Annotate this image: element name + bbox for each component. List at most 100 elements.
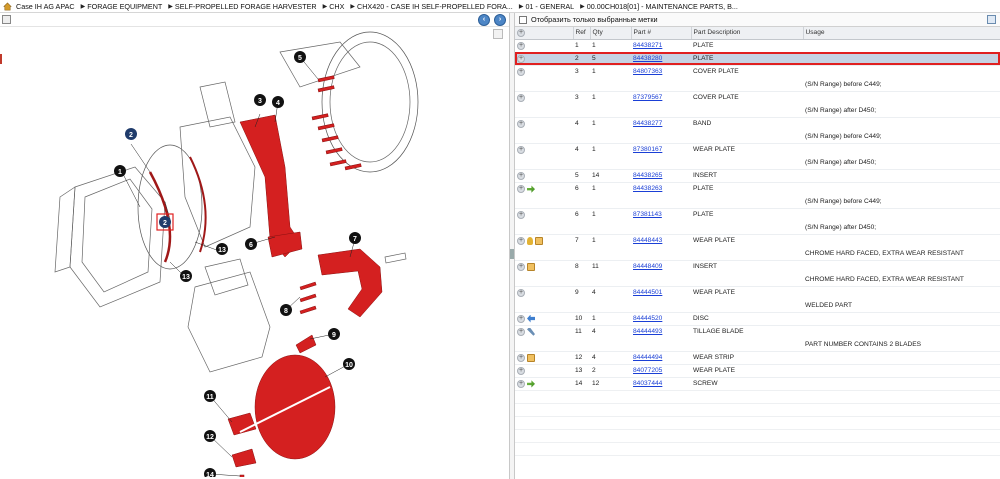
table-row[interactable]: +5 14 84438265 INSERT xyxy=(515,168,1000,182)
table-row[interactable]: +4 1 84438277 BAND xyxy=(515,116,1000,130)
part-number-link[interactable]: 87379567 xyxy=(633,94,662,101)
part-number-link[interactable]: 84438263 xyxy=(633,185,662,192)
replacement-arrow-icon[interactable] xyxy=(527,185,535,193)
add-to-cart-icon[interactable]: + xyxy=(517,379,525,388)
part-number-link[interactable]: 84438277 xyxy=(633,120,662,127)
part-number-link[interactable]: 87380167 xyxy=(633,146,662,153)
add-to-cart-icon[interactable]: + xyxy=(517,145,525,154)
header-ref[interactable]: Ref xyxy=(573,27,591,40)
part-number-link[interactable]: 84037444 xyxy=(633,380,662,387)
breadcrumb-item[interactable]: ▶ CHX xyxy=(323,2,345,11)
zoom-icon[interactable] xyxy=(2,15,11,24)
callout-8[interactable]: 8 xyxy=(280,304,292,316)
arrow-right-icon[interactable]: › xyxy=(494,14,506,26)
callout-1[interactable]: 1 xyxy=(114,165,126,177)
home-icon[interactable] xyxy=(3,2,12,11)
usage-row: (S/N Range) before C449; xyxy=(515,130,1000,143)
part-number-link[interactable]: 84444493 xyxy=(633,328,662,335)
callout-12[interactable]: 12 xyxy=(204,430,216,442)
table-row[interactable]: +3 1 87379567 COVER PLATE xyxy=(515,90,1000,104)
table-row[interactable]: +1 1 84438271 PLATE xyxy=(515,38,1000,52)
part-number-link[interactable]: 84444520 xyxy=(633,315,662,322)
add-to-cart-icon[interactable]: + xyxy=(517,210,525,219)
add-to-cart-icon[interactable]: + xyxy=(517,119,525,128)
add-to-cart-icon[interactable]: + xyxy=(517,41,525,50)
callout-10[interactable]: 10 xyxy=(343,358,355,370)
table-row[interactable]: +6 1 87381143 PLATE xyxy=(515,207,1000,221)
table-row[interactable]: +6 1 84438263 PLATE xyxy=(515,181,1000,195)
part-number-link[interactable]: 84444501 xyxy=(633,289,662,296)
part-number-link[interactable]: 87381143 xyxy=(633,211,662,218)
usage-spacer xyxy=(590,221,631,234)
part-number-link[interactable]: 84444494 xyxy=(633,354,662,361)
add-to-cart-icon[interactable]: + xyxy=(517,288,525,297)
arrow-left-icon[interactable]: ‹ xyxy=(478,14,490,26)
replacement-arrow-icon[interactable] xyxy=(527,380,535,388)
table-row[interactable]: +11 4 84444493 TILLAGE BLADE xyxy=(515,324,1000,338)
show-selected-only-checkbox[interactable] xyxy=(519,15,527,24)
breadcrumb-item[interactable]: ▶ SELF-PROPELLED FORAGE HARVESTER xyxy=(168,2,316,11)
header-description[interactable]: Part Description xyxy=(691,27,804,40)
callout-13-b[interactable]: 13 xyxy=(180,270,192,282)
part-number-link[interactable]: 84807363 xyxy=(633,68,662,75)
breadcrumb-item[interactable]: Case IH AG APAC xyxy=(16,2,75,11)
key-icon[interactable] xyxy=(527,236,533,245)
header-qty[interactable]: Qty xyxy=(590,27,632,40)
usage-spacer xyxy=(691,156,803,169)
add-to-cart-icon[interactable]: + xyxy=(517,353,525,362)
part-number-link[interactable]: 84077205 xyxy=(633,367,662,374)
part-number-link[interactable]: 84448409 xyxy=(633,263,662,270)
callout-3[interactable]: 3 xyxy=(254,94,266,106)
add-to-cart-icon[interactable]: + xyxy=(517,327,525,336)
breadcrumb-item[interactable]: ▶ CHX420 - CASE IH SELF-PROPELLED FORA... xyxy=(350,2,512,11)
package-icon[interactable] xyxy=(527,262,535,271)
add-to-cart-icon[interactable]: + xyxy=(517,93,525,102)
callout-14[interactable]: 14 xyxy=(204,468,216,477)
table-row[interactable]: +9 4 84444501 WEAR PLATE xyxy=(515,285,1000,299)
add-to-cart-icon[interactable]: + xyxy=(517,262,525,271)
row-controls: + xyxy=(515,285,573,299)
add-to-cart-icon[interactable]: + xyxy=(517,236,525,245)
tool-icon[interactable] xyxy=(527,327,535,336)
part-number-link[interactable]: 84438280 xyxy=(633,55,662,62)
breadcrumb-item[interactable]: ▶ FORAGE EQUIPMENT xyxy=(81,2,163,11)
expand-all-icon[interactable]: + xyxy=(517,28,525,37)
callout-7[interactable]: 7 xyxy=(349,232,361,244)
info-arrow-icon[interactable] xyxy=(527,314,535,323)
add-to-cart-icon[interactable]: + xyxy=(517,67,525,76)
table-row[interactable]: +7 1 84448443 WEAR PLATE xyxy=(515,233,1000,247)
export-icon[interactable] xyxy=(987,15,996,24)
table-row[interactable]: +12 4 84444494 WEAR STRIP xyxy=(515,350,1000,364)
package-icon[interactable] xyxy=(527,353,535,362)
header-part-number[interactable]: Part # xyxy=(631,27,692,40)
add-to-cart-icon[interactable]: + xyxy=(517,366,525,375)
usage-spacer xyxy=(590,130,631,143)
table-row[interactable]: +3 1 84807363 COVER PLATE xyxy=(515,64,1000,78)
table-row[interactable]: +2 5 84438280 PLATE xyxy=(515,51,1000,65)
table-row[interactable]: +4 1 87380167 WEAR PLATE xyxy=(515,142,1000,156)
callout-9[interactable]: 9 xyxy=(328,328,340,340)
callout-4[interactable]: 4 xyxy=(272,96,284,108)
breadcrumb-item[interactable]: ▶ 01 - GENERAL xyxy=(519,2,574,11)
callout-13-a[interactable]: 13 xyxy=(216,243,228,255)
splitter-grip[interactable] xyxy=(510,249,514,259)
table-row[interactable]: +8 11 84448409 INSERT xyxy=(515,259,1000,273)
part-number-link[interactable]: 84438271 xyxy=(633,42,662,49)
part-number-link[interactable]: 84438265 xyxy=(633,172,662,179)
add-to-cart-icon[interactable]: + xyxy=(517,171,525,180)
usage-spacer xyxy=(590,156,631,169)
callout-6[interactable]: 6 xyxy=(245,238,257,250)
package-icon[interactable] xyxy=(535,236,543,245)
callout-2-top[interactable]: 2 xyxy=(125,128,137,140)
add-to-cart-icon[interactable]: + xyxy=(517,184,525,193)
header-usage[interactable]: Usage xyxy=(803,27,1000,40)
table-row[interactable]: +14 12 84037444 SCREW xyxy=(515,376,1000,390)
part-number-link[interactable]: 84448443 xyxy=(633,237,662,244)
callout-5[interactable]: 5 xyxy=(294,51,306,63)
add-to-cart-icon[interactable]: + xyxy=(517,54,525,63)
table-row[interactable]: +10 1 84444520 DISC xyxy=(515,311,1000,325)
callout-11[interactable]: 11 xyxy=(204,390,216,402)
breadcrumb-item[interactable]: ▶ 00.00CH018[01] - MAINTENANCE PARTS, B..… xyxy=(580,2,738,11)
add-to-cart-icon[interactable]: + xyxy=(517,314,525,323)
table-row[interactable]: +13 2 84077205 WEAR PLATE xyxy=(515,363,1000,377)
